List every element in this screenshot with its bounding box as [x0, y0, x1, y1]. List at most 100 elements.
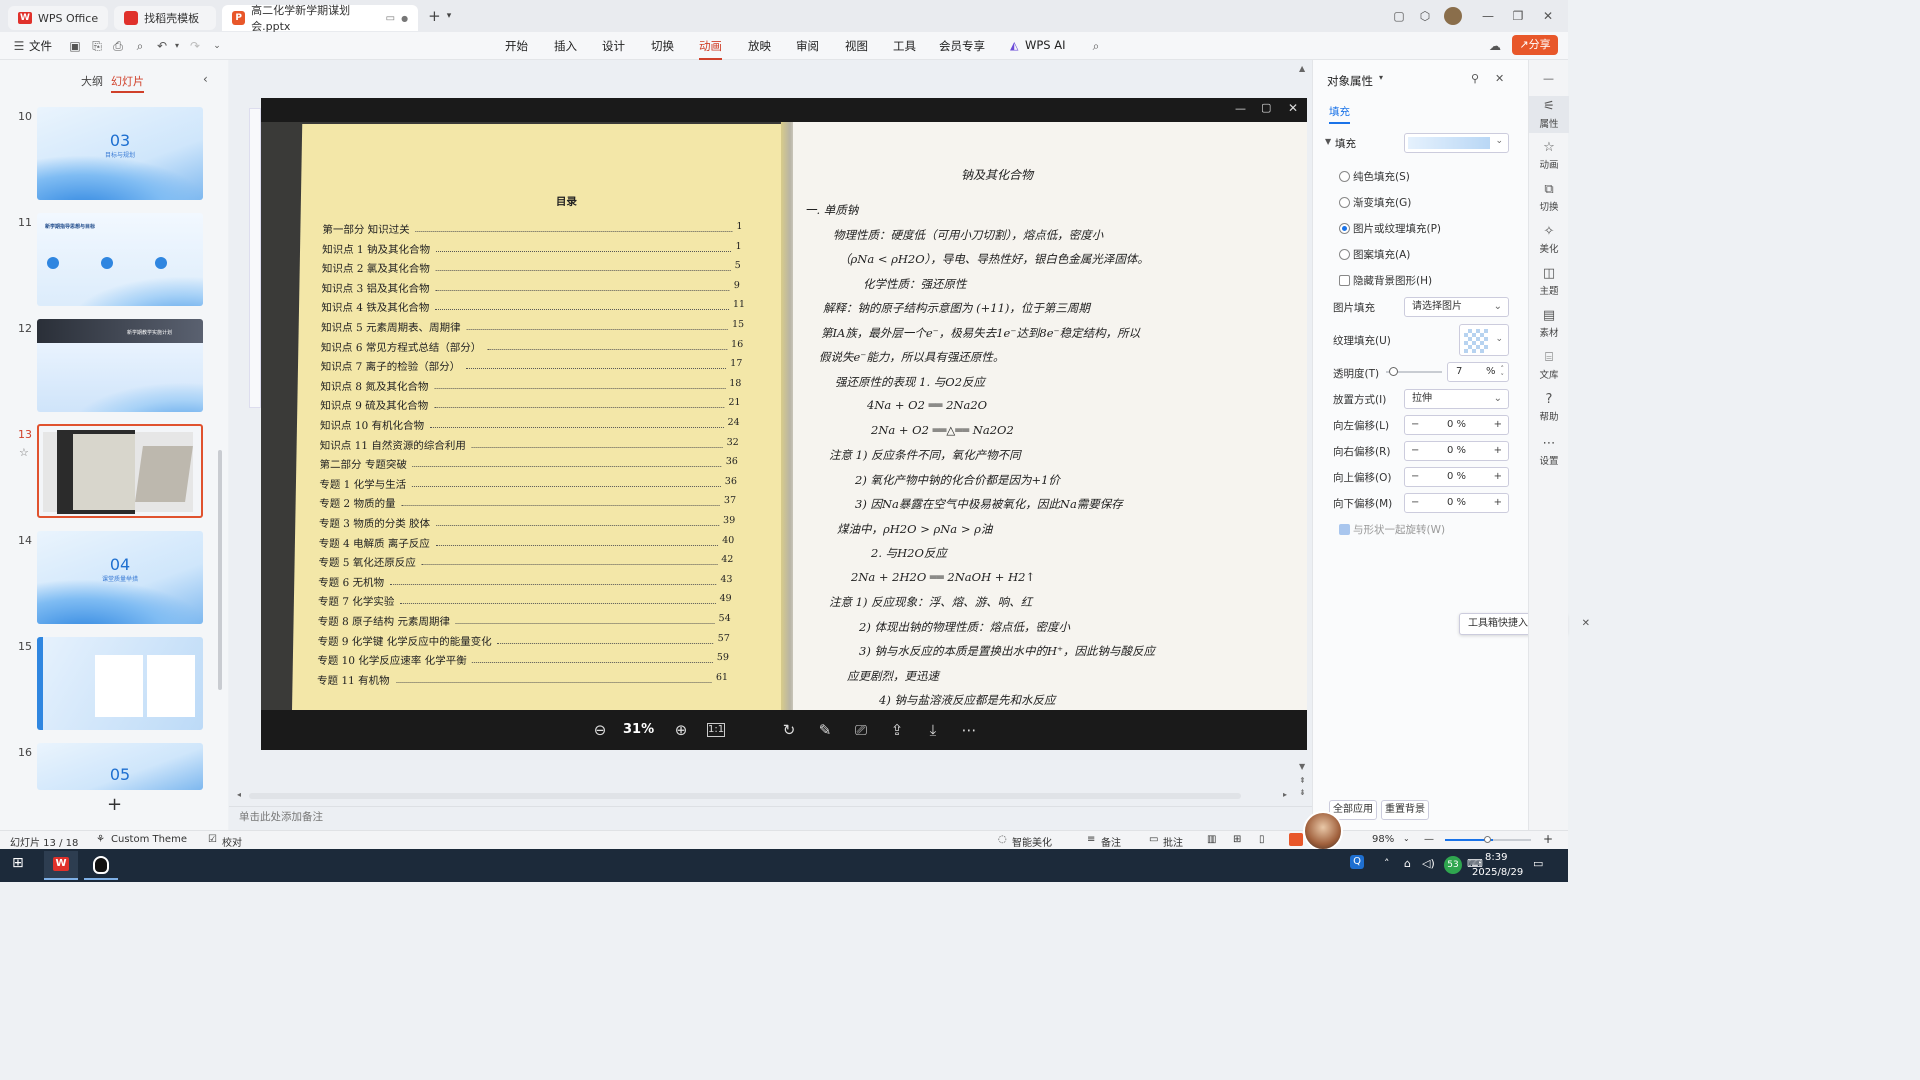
export-icon[interactable]: ⎘ [90, 39, 104, 53]
slide-thumbnail-16[interactable]: 05 [37, 743, 203, 790]
collapse-triangle-icon[interactable]: ▼ [1325, 137, 1331, 146]
menu-wps-ai[interactable]: WPS AI [1025, 38, 1066, 52]
undo-dropdown-icon[interactable]: ▾ [170, 39, 184, 53]
tab-outline[interactable]: 大纲 [81, 73, 103, 89]
zoom-percent[interactable]: 98% [1372, 834, 1394, 845]
smart-beautify-button[interactable]: 智能美化 [1012, 834, 1052, 849]
slide-thumbnail-10[interactable]: 03 目标与规划 [37, 107, 203, 200]
user-avatar[interactable] [1444, 7, 1462, 25]
horizontal-scrollbar[interactable] [249, 793, 1241, 799]
side-transition-button[interactable]: ⧉ 切换 [1529, 182, 1569, 213]
undo-icon[interactable]: ↶ [155, 39, 169, 53]
tray-expand-icon[interactable]: ˄ [1384, 857, 1390, 870]
slide-thumbnail-11[interactable]: 新学期指导思想与目标 [37, 213, 203, 306]
tray-badge[interactable]: 53 [1444, 856, 1462, 874]
menu-design[interactable]: 设计 [602, 38, 625, 54]
menu-animation[interactable]: 动画 [699, 38, 722, 60]
side-library-button[interactable]: ⌸ 文库 [1529, 350, 1569, 381]
plus-icon[interactable]: + [1494, 494, 1502, 512]
menu-review[interactable]: 审阅 [796, 38, 819, 54]
ocr-text-icon[interactable]: ⎚ [851, 720, 871, 740]
redo-icon[interactable]: ↷ [188, 39, 202, 53]
normal-view-icon[interactable]: ▥ [1207, 834, 1216, 845]
offset-down-stepper[interactable]: −0 % + [1404, 493, 1509, 513]
tab-fill[interactable]: 填充 [1329, 104, 1350, 124]
plus-icon[interactable]: + [1494, 468, 1502, 486]
thumbnail-scrollbar[interactable] [218, 450, 222, 690]
side-assets-button[interactable]: ▤ 素材 [1529, 308, 1569, 339]
panel-title[interactable]: 对象属性 [1327, 73, 1373, 89]
reset-background-button[interactable]: 重置背景 [1381, 800, 1429, 820]
rotate-icon[interactable]: ↻ [779, 720, 799, 740]
restore-icon[interactable]: ❐ [1510, 8, 1526, 24]
search-icon[interactable]: ⌕ [1089, 39, 1103, 53]
slide-thumbnail-14[interactable]: 04 课堂质量举措 [37, 531, 203, 624]
rotate-with-shape-checkbox[interactable] [1339, 524, 1350, 535]
notes-placeholder[interactable]: 单击此处添加备注 [239, 809, 323, 824]
zoom-in-icon[interactable]: ⊕ [671, 720, 691, 740]
radio-solid-fill[interactable] [1339, 171, 1350, 182]
menu-tools[interactable]: 工具 [893, 38, 916, 54]
radio-picture-fill[interactable] [1339, 223, 1350, 234]
menu-transition[interactable]: 切换 [651, 38, 674, 54]
grid-view-icon[interactable]: ⊞ [1233, 834, 1241, 845]
side-help-button[interactable]: ? 帮助 [1529, 392, 1569, 423]
actual-size-icon[interactable]: 1:1 [707, 723, 725, 737]
reading-view-icon[interactable]: ▯ [1259, 834, 1265, 845]
slide-thumbnail-15[interactable] [37, 637, 203, 730]
slide-thumbnail-13-selected[interactable] [37, 424, 203, 518]
notes-button[interactable]: 备注 [1101, 834, 1121, 849]
zoom-in-plus-icon[interactable]: + [1543, 832, 1553, 846]
save-icon[interactable]: ▣ [68, 39, 82, 53]
tab-list-chevron-icon[interactable]: ▾ [447, 11, 452, 21]
viewer-maximize-icon[interactable]: ▢ [1261, 101, 1271, 114]
hide-bg-checkbox[interactable] [1339, 275, 1350, 286]
transparency-input[interactable]: 7 % ˄ ˅ [1447, 362, 1509, 382]
hamburger-menu-icon[interactable]: ☰ [12, 39, 26, 53]
close-icon[interactable]: ✕ [1540, 8, 1556, 24]
menu-slideshow[interactable]: 放映 [748, 38, 771, 54]
print-icon[interactable]: ⎙ [111, 39, 125, 53]
next-slide-icon[interactable]: ⇟ [1299, 788, 1306, 797]
play-slideshow-icon[interactable] [1289, 833, 1303, 846]
picture-fill-select[interactable]: 请选择图片 ⌄ [1404, 297, 1509, 317]
scroll-right-icon[interactable]: ▸ [1283, 790, 1287, 799]
share-button[interactable]: ↗分享 [1512, 35, 1558, 55]
spin-down-icon[interactable]: ˅ [1501, 368, 1505, 386]
proofread-button[interactable]: 校对 [222, 834, 242, 849]
title-dropdown-icon[interactable]: ▾ [1379, 73, 1383, 82]
cloud-upload-icon[interactable]: ☁ [1488, 39, 1502, 53]
menu-insert[interactable]: 插入 [554, 38, 577, 54]
assistant-avatar[interactable] [1303, 811, 1343, 851]
panel-close-icon[interactable]: ✕ [1495, 72, 1504, 85]
clock-date[interactable]: 2025/8/29 [1472, 867, 1523, 878]
qq-tray-icon[interactable]: Q [1350, 855, 1364, 869]
share-out-icon[interactable]: ⇪ [887, 720, 907, 740]
texture-select[interactable]: ⌄ [1459, 324, 1509, 356]
zoom-dropdown-icon[interactable]: ⌄ [1403, 834, 1410, 843]
theme-name[interactable]: Custom Theme [111, 834, 187, 845]
star-icon[interactable]: ☆ [19, 446, 29, 459]
side-beautify-button[interactable]: ✧ 美化 [1529, 224, 1569, 255]
more-chevron-icon[interactable]: ⌄ [210, 39, 224, 53]
slide-thumbnail-12[interactable]: 新学期教学实施计划 [37, 319, 203, 412]
fill-preview-dropdown[interactable]: ⌄ [1404, 133, 1509, 153]
scroll-down-icon[interactable]: ▼ [1299, 762, 1305, 771]
volume-icon[interactable]: ◁) [1422, 857, 1435, 870]
minimize-icon[interactable]: — [1480, 8, 1496, 24]
download-icon[interactable]: ⤓ [923, 720, 943, 740]
placement-select[interactable]: 拉伸 ⌄ [1404, 389, 1509, 409]
plus-icon[interactable]: + [1494, 416, 1502, 434]
monitor-icon[interactable]: ▭ [386, 13, 395, 24]
zoom-slider-thumb[interactable] [1484, 836, 1491, 843]
menu-member[interactable]: 会员专享 [939, 38, 985, 54]
minimize-panel-icon[interactable]: — [1543, 72, 1554, 85]
side-theme-button[interactable]: ◫ 主题 [1529, 266, 1569, 297]
tab-wps-office[interactable]: W WPS Office [8, 6, 109, 30]
plus-icon[interactable]: + [1494, 442, 1502, 460]
transparency-slider-thumb[interactable] [1389, 367, 1398, 376]
scroll-up-icon[interactable]: ▲ [1299, 64, 1305, 73]
edit-pen-icon[interactable]: ✎ [815, 720, 835, 740]
menu-view[interactable]: 视图 [845, 38, 868, 54]
viewer-close-icon[interactable]: ✕ [1288, 101, 1298, 115]
